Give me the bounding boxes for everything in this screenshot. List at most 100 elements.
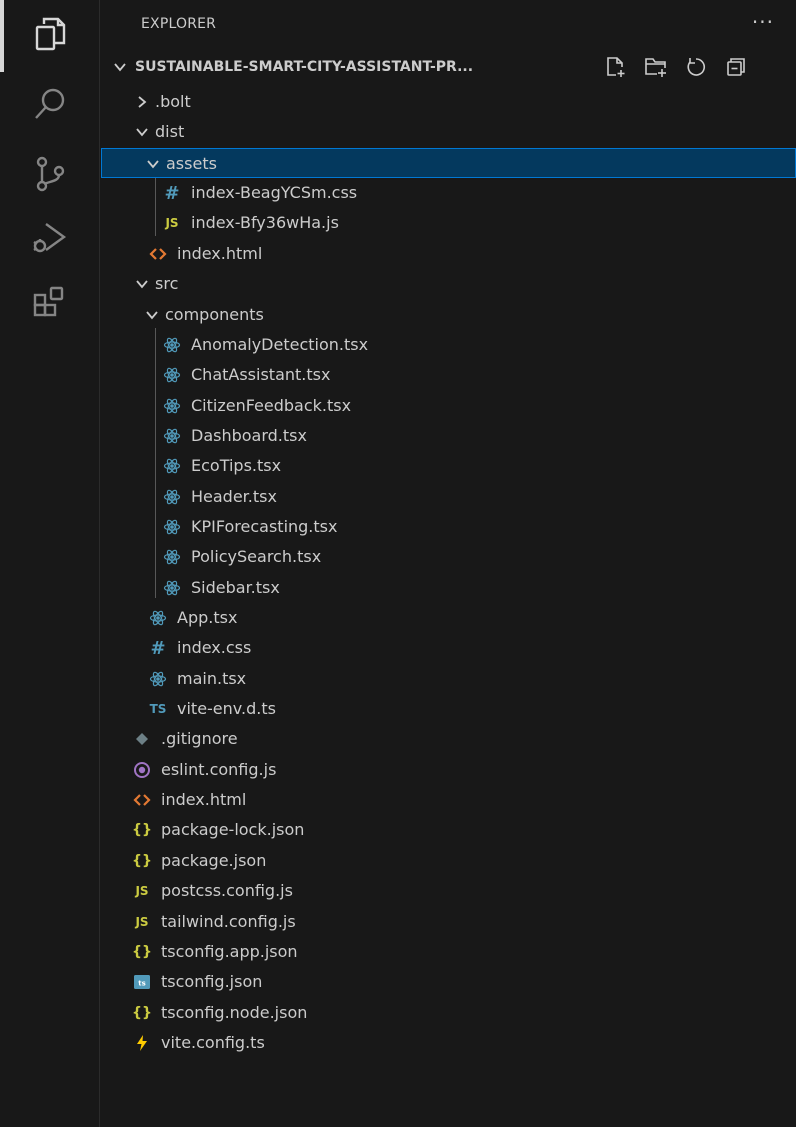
tree-item-label: eslint.config.js xyxy=(161,759,277,779)
react-file-icon xyxy=(161,517,183,537)
refresh-button[interactable] xyxy=(683,54,709,80)
svg-text:ts: ts xyxy=(138,980,146,988)
json-file-icon: {} xyxy=(132,943,152,960)
tree-item-label: src xyxy=(155,274,179,294)
tree-file-row[interactable]: JS postcss.config.js xyxy=(101,876,796,906)
tree-folder-row[interactable]: components xyxy=(101,300,796,330)
tree-file-row[interactable]: KPIForecasting.tsx xyxy=(101,512,796,542)
tree-file-row[interactable]: {} package-lock.json xyxy=(101,815,796,845)
tree-item-label: tailwind.config.js xyxy=(161,911,296,931)
tree-item-label: App.tsx xyxy=(177,608,238,627)
tree-item-label: index-Bfy36wHa.js xyxy=(191,213,339,233)
chevron-down-icon xyxy=(147,160,159,169)
react-file-icon xyxy=(161,396,183,416)
vscode-window: EXPLORER ··· SUSTAINABLE-SMART-CITY-ASSI… xyxy=(0,0,796,1127)
tree-file-row[interactable]: Header.tsx xyxy=(101,482,796,512)
javascript-file-icon: JS xyxy=(135,914,149,929)
html-file-icon xyxy=(147,244,169,264)
chevron-down-icon xyxy=(114,63,126,72)
vite-file-icon xyxy=(131,1033,153,1053)
tree-file-row[interactable]: Dashboard.tsx xyxy=(101,421,796,451)
css-file-icon: # xyxy=(164,182,180,204)
tree-item-label: KPIForecasting.tsx xyxy=(191,516,338,536)
html-file-icon xyxy=(131,790,153,810)
source-control-icon[interactable] xyxy=(30,154,70,194)
tree-file-row[interactable]: JS index-Bfy36wHa.js xyxy=(101,208,796,238)
tree-file-row[interactable]: index.html xyxy=(101,239,796,269)
chevron-down-icon xyxy=(136,280,148,289)
tree-folder-row[interactable]: .bolt xyxy=(101,87,796,117)
tree-item-label: .bolt xyxy=(155,92,191,111)
tree-item-label: index-BeagYCSm.css xyxy=(191,183,358,203)
tree-item-label: index.html xyxy=(161,790,247,810)
tree-folder-row[interactable]: dist xyxy=(101,117,796,147)
tree-file-row[interactable]: .gitignore xyxy=(101,724,796,754)
tree-file-row[interactable]: {} tsconfig.node.json xyxy=(101,998,796,1028)
search-icon[interactable] xyxy=(30,84,70,124)
more-actions-button[interactable]: ··· xyxy=(752,10,774,34)
react-file-icon xyxy=(147,669,169,689)
tree-file-row[interactable]: PolicySearch.tsx xyxy=(101,542,796,572)
tree-item-label: ChatAssistant.tsx xyxy=(191,365,331,385)
run-debug-icon[interactable] xyxy=(30,218,70,258)
tsconfig-file-icon: ts xyxy=(131,972,153,992)
project-name: SUSTAINABLE-SMART-CITY-ASSISTANT-PR... xyxy=(135,59,474,75)
tree-file-row[interactable]: AnomalyDetection.tsx xyxy=(101,330,796,360)
tree-file-row[interactable]: Sidebar.tsx xyxy=(101,573,796,603)
tree-item-label: CitizenFeedback.tsx xyxy=(191,395,352,415)
tree-file-row[interactable]: EcoTips.tsx xyxy=(101,451,796,481)
tree-item-label: Dashboard.tsx xyxy=(191,425,307,445)
explorer-actions xyxy=(603,54,749,80)
git-file-icon xyxy=(131,729,153,749)
tree-file-row[interactable]: App.tsx xyxy=(101,603,796,633)
tree-file-row[interactable]: # index.css xyxy=(101,633,796,663)
activity-bar xyxy=(0,0,100,1127)
tree-item-label: index.css xyxy=(177,638,252,658)
tree-item-label: EcoTips.tsx xyxy=(191,456,282,476)
react-file-icon xyxy=(161,335,183,355)
active-view-indicator xyxy=(0,0,4,72)
tree-item-label: package.json xyxy=(161,850,267,870)
json-file-icon: {} xyxy=(132,1004,152,1021)
tree-item-label: tsconfig.app.json xyxy=(161,941,298,961)
tree-folder-row[interactable]: assets xyxy=(101,147,796,178)
tree-file-row[interactable]: index.html xyxy=(101,785,796,815)
tree-item-label: package-lock.json xyxy=(161,820,305,840)
new-file-button[interactable] xyxy=(603,54,629,80)
files-icon[interactable] xyxy=(30,14,70,54)
tree-item-label: PolicySearch.tsx xyxy=(191,547,322,567)
eslint-file-icon xyxy=(131,760,153,780)
project-folder-header[interactable]: SUSTAINABLE-SMART-CITY-ASSISTANT-PR... xyxy=(101,52,796,84)
new-file-icon xyxy=(607,57,625,77)
tree-file-row[interactable]: JS tailwind.config.js xyxy=(101,907,796,937)
tree-file-row[interactable]: eslint.config.js xyxy=(101,755,796,785)
tree-item-label: .gitignore xyxy=(161,729,238,749)
tree-file-row[interactable]: CitizenFeedback.tsx xyxy=(101,391,796,421)
react-file-icon xyxy=(161,487,183,507)
collapse-all-button[interactable] xyxy=(723,54,749,80)
javascript-file-icon: JS xyxy=(165,216,179,231)
tree-item-label: AnomalyDetection.tsx xyxy=(191,334,369,354)
extensions-icon[interactable] xyxy=(30,282,70,322)
tree-file-row[interactable]: main.tsx xyxy=(101,664,796,694)
chevron-down-icon xyxy=(136,128,148,137)
tree-item-label: vite.config.ts xyxy=(161,1032,265,1052)
tree-file-row[interactable]: ChatAssistant.tsx xyxy=(101,360,796,390)
tree-folder-row[interactable]: src xyxy=(101,269,796,299)
tree-file-row[interactable]: vite.config.ts xyxy=(101,1028,796,1058)
tree-file-row[interactable]: ts tsconfig.json xyxy=(101,967,796,997)
tree-item-label: tsconfig.json xyxy=(161,972,263,992)
tree-file-row[interactable]: TS vite-env.d.ts xyxy=(101,694,796,724)
new-folder-button[interactable] xyxy=(643,54,669,80)
tree-file-row[interactable]: {} tsconfig.app.json xyxy=(101,937,796,967)
react-file-icon xyxy=(161,547,183,567)
tree-file-row[interactable]: {} package.json xyxy=(101,846,796,876)
tree-item-label: Header.tsx xyxy=(191,486,277,506)
javascript-file-icon: JS xyxy=(135,884,149,899)
tree-item-label: index.html xyxy=(177,243,263,263)
react-file-icon xyxy=(147,608,169,628)
refresh-icon xyxy=(687,58,706,76)
tree-file-row[interactable]: # index-BeagYCSm.css xyxy=(101,178,796,208)
explorer-title: EXPLORER xyxy=(141,16,217,32)
css-file-icon: # xyxy=(150,637,166,659)
